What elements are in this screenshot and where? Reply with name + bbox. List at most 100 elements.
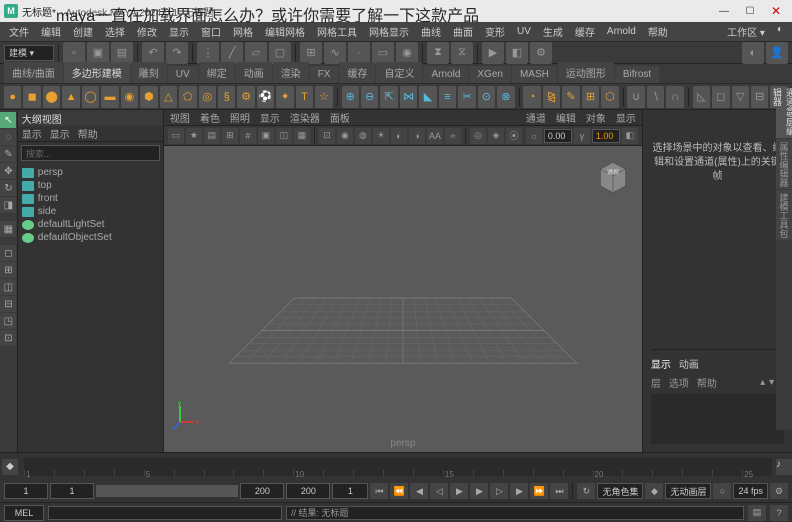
select-tool-icon[interactable]: ↖ — [0, 112, 16, 128]
current-frame-field[interactable]: 1 — [332, 483, 368, 499]
paint-select-icon[interactable]: ✎ — [0, 146, 16, 162]
mirror-icon[interactable]: ⧎ — [543, 86, 560, 108]
poly-cylinder-icon[interactable]: ⬤ — [43, 86, 60, 108]
vp-menu-lighting[interactable]: 照明 — [230, 110, 250, 125]
vp-xray-icon[interactable]: ◈ — [488, 128, 504, 144]
vp-wireframe-icon[interactable]: ⊡ — [319, 128, 335, 144]
bool-inter-icon[interactable]: ∩ — [666, 86, 683, 108]
next-frame-button[interactable]: ▶ — [510, 483, 528, 499]
tab-xgen[interactable]: XGen — [469, 66, 511, 83]
vp-rmenu-channel[interactable]: 通道 — [526, 110, 546, 125]
bool-diff-icon[interactable]: ∖ — [647, 86, 664, 108]
ipr-icon[interactable]: ◧ — [506, 42, 528, 64]
vp-bookmark-icon[interactable]: ★ — [186, 128, 202, 144]
menu-display[interactable]: 显示 — [164, 22, 194, 41]
tab-custom[interactable]: 自定义 — [376, 62, 422, 83]
tab-polymodel[interactable]: 多边形建模 — [64, 62, 130, 83]
uv-layout-icon[interactable]: ⊡ — [0, 330, 16, 346]
quad-draw-icon[interactable]: ⊞ — [582, 86, 599, 108]
workspace-dropdown[interactable]: 工作区 ▾ — [722, 22, 770, 41]
character-set-dropdown[interactable]: 无角色集 — [597, 483, 643, 499]
minimize-button[interactable]: — — [712, 3, 736, 19]
sel-vertex-icon[interactable]: ⋮ — [197, 42, 219, 64]
vp-isolate-icon[interactable]: ◎ — [470, 128, 486, 144]
menu-meshdisplay[interactable]: 网格显示 — [364, 22, 414, 41]
menu-cache[interactable]: 缓存 — [570, 22, 600, 41]
anim-layer-dropdown[interactable]: 无动画层 — [665, 483, 711, 499]
render-settings-icon[interactable]: ⚙ — [530, 42, 552, 64]
menu-surfaces[interactable]: 曲面 — [448, 22, 478, 41]
sel-face-icon[interactable]: ▱ — [245, 42, 267, 64]
vp-color-mgmt-icon[interactable]: ◧ — [622, 128, 638, 144]
tri-icon[interactable]: ◺ — [693, 86, 710, 108]
step-back-button[interactable]: ⏪ — [390, 483, 408, 499]
vp-ao-icon[interactable]: ◑ — [409, 128, 425, 144]
snap-grid-icon[interactable]: ⊞ — [300, 42, 322, 64]
menu-arnold[interactable]: Arnold — [602, 24, 641, 39]
poly-plane-icon[interactable]: ▬ — [101, 86, 118, 108]
help-line-button[interactable]: ? — [770, 505, 788, 521]
tab-mograph[interactable]: 运动图形 — [558, 62, 614, 83]
script-editor-button[interactable]: ▤ — [748, 505, 766, 521]
tab-uv[interactable]: UV — [168, 66, 198, 83]
snap-plane-icon[interactable]: ▭ — [372, 42, 394, 64]
menu-mesh[interactable]: 网格 — [228, 22, 258, 41]
poly-pyramid-icon[interactable]: △ — [160, 86, 177, 108]
cb-tab-display[interactable]: 显示 — [651, 356, 671, 371]
cb-menu-help[interactable]: 帮助 — [697, 375, 717, 390]
combine-icon[interactable]: ⊕ — [342, 86, 359, 108]
poly-disc-icon[interactable]: ◉ — [121, 86, 138, 108]
sym-icon[interactable]: ⧗ — [427, 42, 449, 64]
extrude-icon[interactable]: ⇱ — [380, 86, 397, 108]
range-end-outer[interactable]: 200 — [286, 483, 330, 499]
range-start-outer[interactable]: 1 — [4, 483, 48, 499]
close-button[interactable]: ✕ — [764, 3, 788, 19]
viewport-3d[interactable]: 透视 x y z persp — [164, 146, 642, 452]
outliner-search-input[interactable]: 搜索... — [21, 145, 160, 161]
render-icon[interactable]: ▶ — [482, 42, 504, 64]
layer-up-icon[interactable]: ▴ — [760, 377, 765, 388]
undo-icon[interactable]: ↶ — [142, 42, 164, 64]
outliner-item-top[interactable]: top — [22, 179, 159, 192]
menu-editmesh[interactable]: 编辑网格 — [260, 22, 310, 41]
vp-menu-view[interactable]: 视图 — [170, 110, 190, 125]
forward-end-button[interactable]: ⏭ — [550, 483, 568, 499]
fps-dropdown[interactable]: 24 fps — [733, 483, 768, 499]
tab-render[interactable]: 渲染 — [273, 62, 309, 83]
vp-smooth-icon[interactable]: ◉ — [337, 128, 353, 144]
workspace-icon[interactable]: ◐ — [772, 22, 788, 41]
insert-loop-icon[interactable]: ≡ — [439, 86, 456, 108]
ts-key-icon[interactable]: ◆ — [2, 459, 18, 475]
open-scene-icon[interactable]: ▣ — [87, 42, 109, 64]
command-input[interactable] — [48, 506, 282, 520]
save-scene-icon[interactable]: ▤ — [111, 42, 133, 64]
tab-curves[interactable]: 曲线/曲面 — [4, 62, 63, 83]
last-tool-icon[interactable]: ▦ — [0, 221, 16, 237]
bool-union-icon[interactable]: ∪ — [627, 86, 644, 108]
menu-uv[interactable]: UV — [512, 24, 536, 39]
sym2-icon[interactable]: ⧖ — [451, 42, 473, 64]
poly-sphere-icon[interactable]: ● — [4, 86, 21, 108]
outliner-item-persp[interactable]: persp — [22, 166, 159, 179]
vp-motion-icon[interactable]: ≈ — [445, 128, 461, 144]
poly-gear-icon[interactable]: ⚙ — [237, 86, 254, 108]
vp-gamma-field[interactable]: 1.00 — [592, 129, 620, 143]
snap-point-icon[interactable]: · — [348, 42, 370, 64]
remesh-icon[interactable]: ⊟ — [751, 86, 768, 108]
vp-expose-icon[interactable]: ☼ — [526, 128, 542, 144]
prev-key-button[interactable]: ◁ — [430, 483, 448, 499]
range-end-inner[interactable]: 200 — [240, 483, 284, 499]
vp-rmenu-display[interactable]: 显示 — [616, 110, 636, 125]
menu-create[interactable]: 创建 — [68, 22, 98, 41]
outliner-menu-help[interactable]: 帮助 — [78, 126, 98, 141]
outliner-item-front[interactable]: front — [22, 192, 159, 205]
mel-python-toggle[interactable]: MEL — [4, 505, 44, 521]
vp-menu-renderer[interactable]: 渲染器 — [290, 110, 320, 125]
create-poly-icon[interactable]: ⬡ — [601, 86, 618, 108]
next-key-button[interactable]: ▷ — [490, 483, 508, 499]
vp-gate-mask-icon[interactable]: ▦ — [294, 128, 310, 144]
vp-menu-show[interactable]: 显示 — [260, 110, 280, 125]
rotate-tool-icon[interactable]: ↻ — [0, 180, 16, 196]
ts-audio-icon[interactable]: ♪ — [776, 459, 792, 475]
step-fwd-button[interactable]: ⏩ — [530, 483, 548, 499]
